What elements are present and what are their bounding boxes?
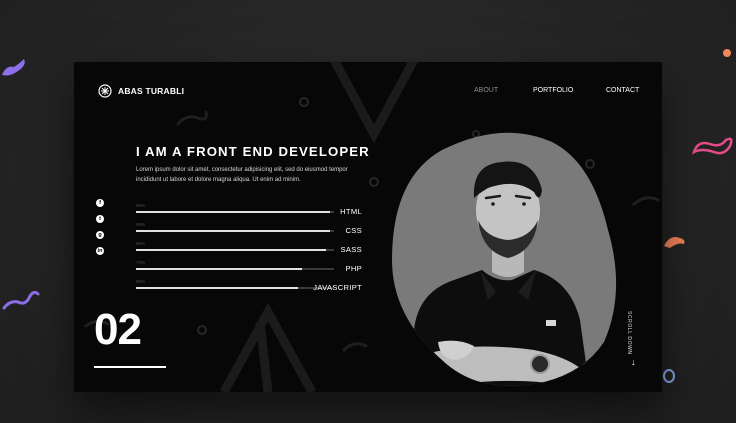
skill-bar-sass <box>136 249 334 251</box>
skill-percent-javascript: 85% <box>136 279 146 284</box>
intro-text: Lorem ipsum dolor sit amet, consectetur … <box>136 167 348 183</box>
nav-contact[interactable]: CONTACT <box>606 87 639 94</box>
github-icon[interactable]: g <box>96 231 104 239</box>
skill-bar-php <box>136 268 334 270</box>
nav-portfolio[interactable]: PORTFOLIO <box>533 87 573 94</box>
blue-ring-decoration <box>663 369 675 383</box>
logo-icon <box>98 84 112 98</box>
linkedin-icon[interactable]: in <box>96 247 104 255</box>
skill-fill-javascript <box>136 287 299 289</box>
section-number: 02 <box>94 305 142 354</box>
skill-fill-sass <box>136 249 327 251</box>
logo-lockup[interactable]: ABAS TURABLI <box>98 84 184 98</box>
twitter-icon[interactable]: t <box>96 215 104 223</box>
skill-bar-javascript <box>136 287 334 289</box>
skill-fill-html <box>136 211 331 213</box>
facebook-icon[interactable]: f <box>96 199 104 207</box>
scroll-down-label[interactable]: SCROLL DOWN <box>626 311 632 355</box>
skill-name-sass: SASS <box>340 245 362 254</box>
skill-bar-css <box>136 230 334 232</box>
nav-about[interactable]: ABOUT <box>474 87 498 94</box>
arrow-down-icon[interactable]: ↓ <box>631 358 636 367</box>
skill-name-javascript: JAVASCRIPT <box>313 283 362 292</box>
skill-percent-css: 98% <box>136 222 146 227</box>
portfolio-card: ABAS TURABLI ABOUT PORTFOLIO CONTACT I A… <box>74 62 662 392</box>
profile-photo <box>392 132 617 386</box>
page-title: I AM A FRONT END DEVELOPER <box>136 144 370 159</box>
skill-fill-css <box>136 230 331 232</box>
pink-squiggle-decoration <box>691 137 733 155</box>
skill-fill-php <box>136 268 303 270</box>
skill-percent-sass: 96% <box>136 241 146 246</box>
skill-percent-html: 98% <box>136 203 146 208</box>
blue-squiggle-decoration <box>2 290 40 310</box>
orange-dot-decoration <box>723 49 731 57</box>
section-number-underline <box>94 366 166 368</box>
skill-name-css: CSS <box>345 226 362 235</box>
brand-name: ABAS TURABLI <box>118 86 185 96</box>
skill-percent-php: 70% <box>136 260 146 265</box>
purple-blob-decoration <box>2 59 25 76</box>
skill-bar-html <box>136 211 334 213</box>
skill-name-php: PHP <box>345 264 362 273</box>
skill-name-html: HTML <box>340 207 362 216</box>
orange-blob-decoration <box>664 237 685 248</box>
